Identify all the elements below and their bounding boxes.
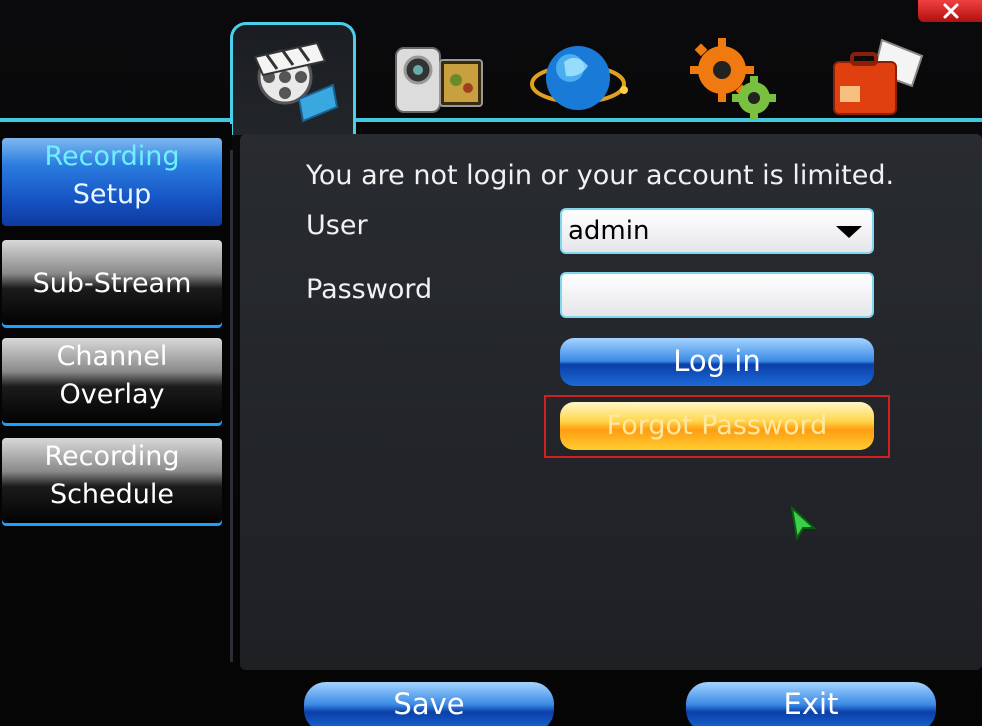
password-field[interactable] — [560, 272, 874, 318]
film-reel-icon — [253, 41, 339, 123]
sidebar-item-label: Sub-Stream — [32, 268, 192, 299]
sidebar-item-label: Overlay — [59, 379, 165, 410]
sidebar: Recording Setup Sub-Stream Channel Overl… — [0, 124, 232, 676]
sidebar-item-label: Recording — [44, 441, 180, 472]
user-select[interactable]: admin — [560, 208, 874, 254]
login-button[interactable]: Log in — [560, 338, 874, 386]
tab-recording[interactable] — [230, 22, 356, 135]
network-globe-icon — [530, 46, 628, 110]
exit-button[interactable]: Exit — [686, 682, 936, 726]
sidebar-divider — [230, 150, 233, 662]
user-select-value: admin — [568, 216, 650, 246]
sidebar-item-channel-overlay[interactable]: Channel Overlay — [2, 338, 222, 426]
user-label: User — [306, 210, 368, 241]
gears-icon — [690, 38, 776, 120]
chevron-down-icon — [836, 226, 862, 238]
tab-camera[interactable] — [372, 20, 490, 124]
camcorder-icon — [395, 47, 483, 113]
sidebar-item-recording-setup[interactable]: Recording Setup — [2, 138, 222, 226]
password-label: Password — [306, 274, 433, 305]
close-icon — [943, 3, 959, 19]
save-button[interactable]: Save — [304, 682, 554, 726]
sidebar-item-sub-stream[interactable]: Sub-Stream — [2, 240, 222, 328]
sidebar-item-label: Recording — [44, 141, 180, 172]
toolbox-icon — [833, 38, 924, 115]
sidebar-item-label: Channel — [56, 341, 168, 372]
tab-network[interactable] — [512, 20, 630, 124]
close-button[interactable] — [918, 0, 982, 22]
tab-system[interactable] — [670, 20, 788, 124]
sidebar-item-label: Setup — [72, 179, 152, 210]
mouse-pointer-icon — [790, 506, 816, 540]
sidebar-item-label: Schedule — [49, 479, 175, 510]
sidebar-item-recording-schedule[interactable]: Recording Schedule — [2, 438, 222, 526]
highlight-box — [544, 395, 890, 458]
dvr-settings-screen: Recording Setup Sub-Stream Channel Overl… — [0, 0, 982, 726]
login-message: You are not login or your account is lim… — [306, 160, 895, 191]
tab-tools[interactable] — [812, 20, 930, 124]
